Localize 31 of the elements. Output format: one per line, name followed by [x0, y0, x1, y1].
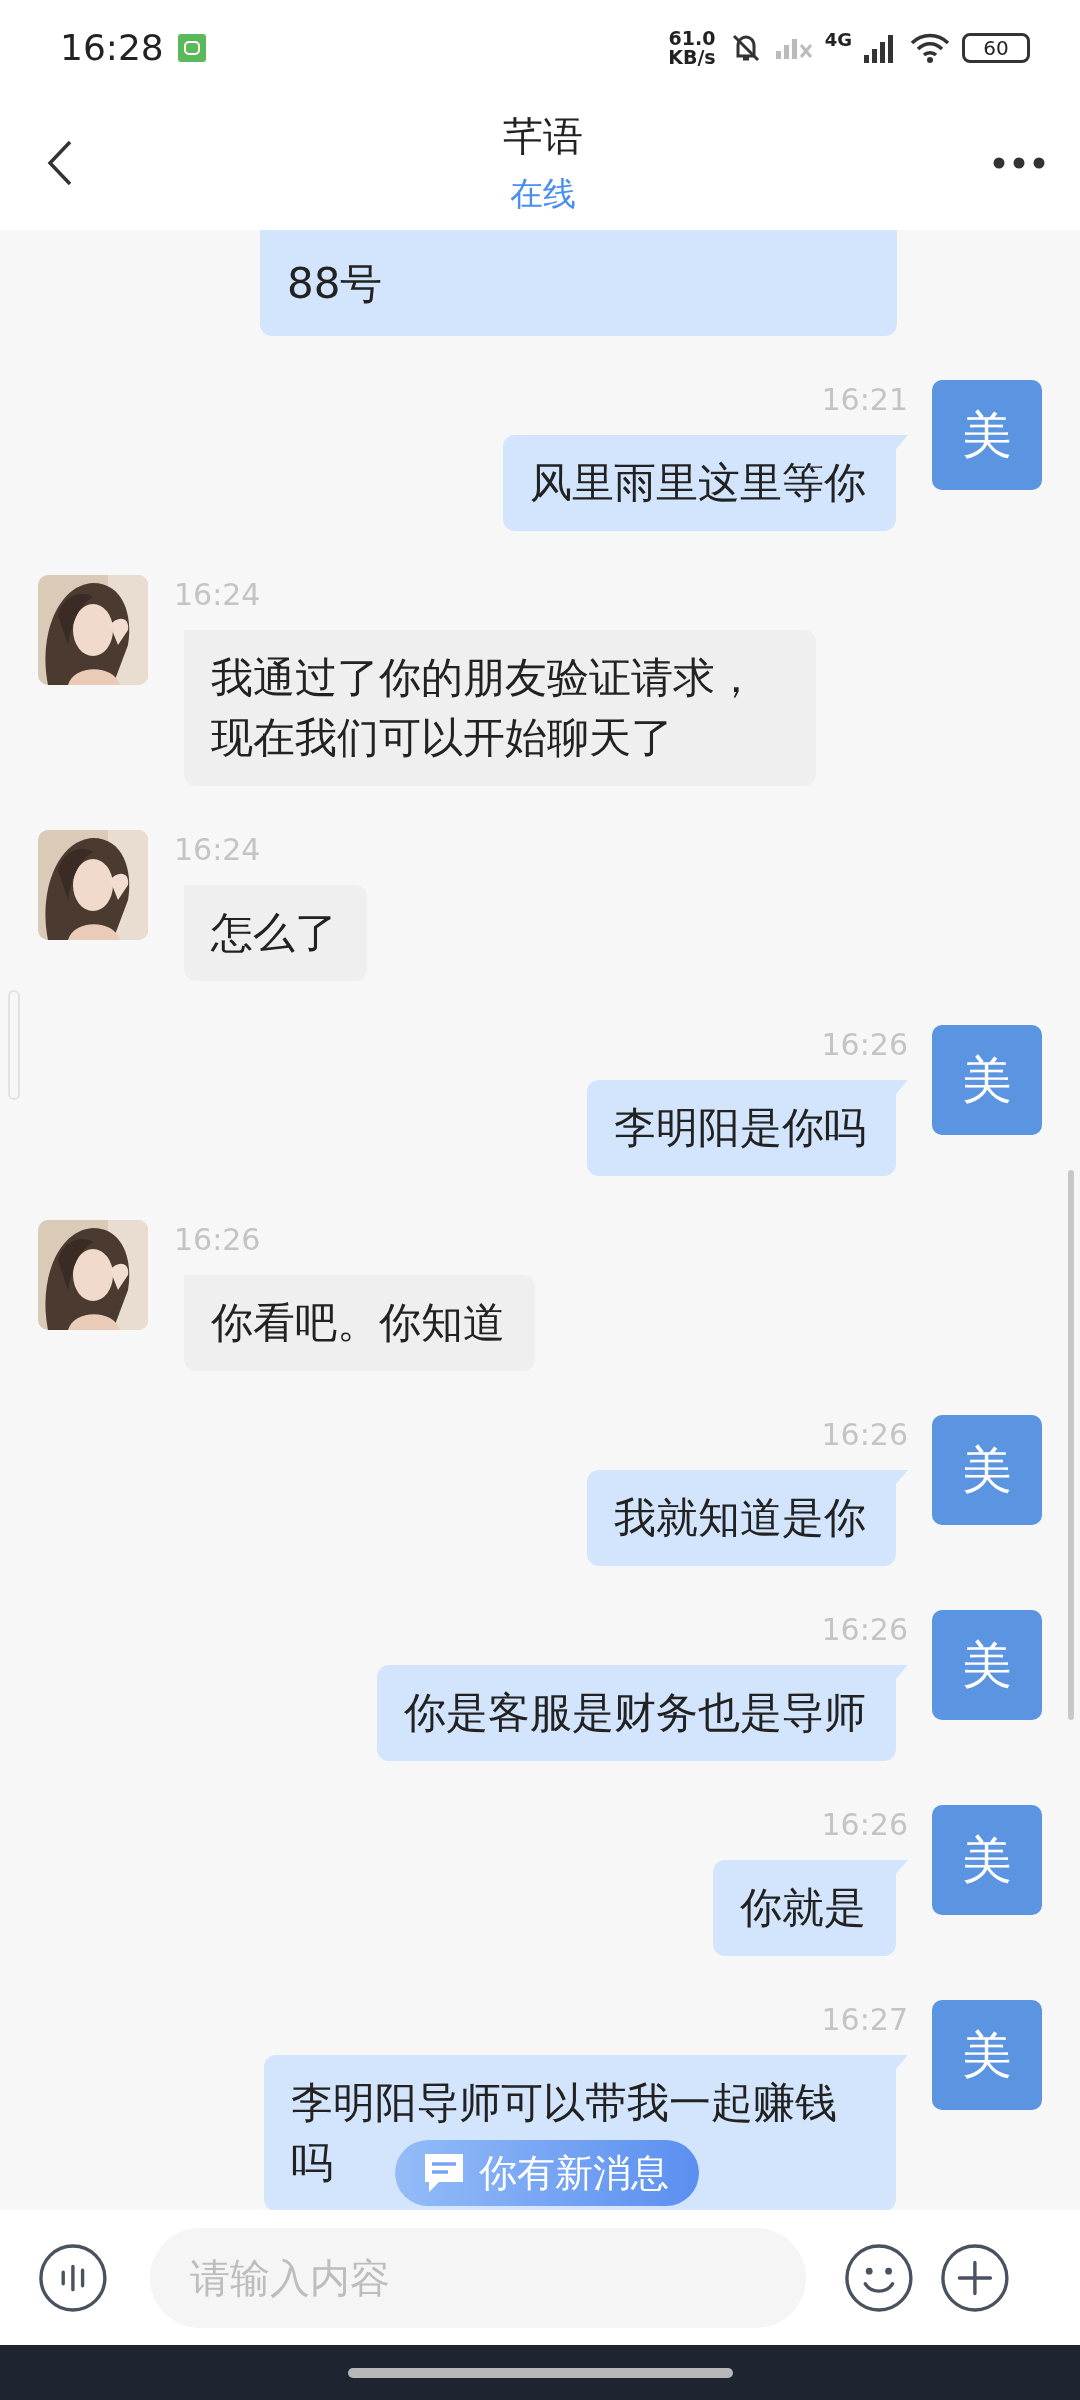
- voice-icon[interactable]: [38, 2241, 108, 2314]
- message-input[interactable]: 请输入内容: [149, 2227, 807, 2328]
- home-indicator[interactable]: [347, 2367, 733, 2378]
- bubble-tail: [896, 1080, 908, 1094]
- wifi-icon: [910, 31, 950, 64]
- message-bubble[interactable]: 我通过了你的朋友验证请求，现在我们可以开始聊天了: [184, 630, 816, 786]
- chat-title: 芊语: [502, 111, 583, 161]
- bubble-tail: [896, 1860, 908, 1874]
- net-speed: 61.0: [668, 28, 716, 48]
- bubble-tail: [896, 1665, 908, 1679]
- bubble-tail: [896, 435, 908, 449]
- message-bubble[interactable]: 风里雨里这里等你: [503, 435, 896, 531]
- message-bubble[interactable]: 88号: [260, 230, 897, 336]
- app-icon: [177, 33, 206, 62]
- message-bubble[interactable]: 你看吧。你知道: [184, 1275, 535, 1371]
- no-signal-icon: [775, 36, 813, 59]
- message-bubble[interactable]: 你就是: [713, 1860, 896, 1956]
- message-bubble[interactable]: 你是客服是财务也是导师: [377, 1665, 896, 1761]
- bubble-tail: [896, 2055, 908, 2069]
- online-status: 在线: [509, 172, 576, 215]
- network-type: 4G: [824, 28, 852, 50]
- emoji-icon[interactable]: [844, 2241, 915, 2314]
- plus-icon[interactable]: [940, 2241, 1010, 2314]
- message-bubble[interactable]: 李明阳是你吗: [587, 1080, 896, 1176]
- more-icon: [993, 156, 1045, 169]
- message-bubble[interactable]: 怎么了: [184, 885, 367, 981]
- net-unit: KB/s: [668, 47, 716, 67]
- battery-level: 60: [962, 32, 1030, 63]
- clock: 16:28: [60, 27, 164, 68]
- message-bubble[interactable]: 我就知道是你: [587, 1470, 896, 1566]
- bubble-tail: [896, 1470, 908, 1484]
